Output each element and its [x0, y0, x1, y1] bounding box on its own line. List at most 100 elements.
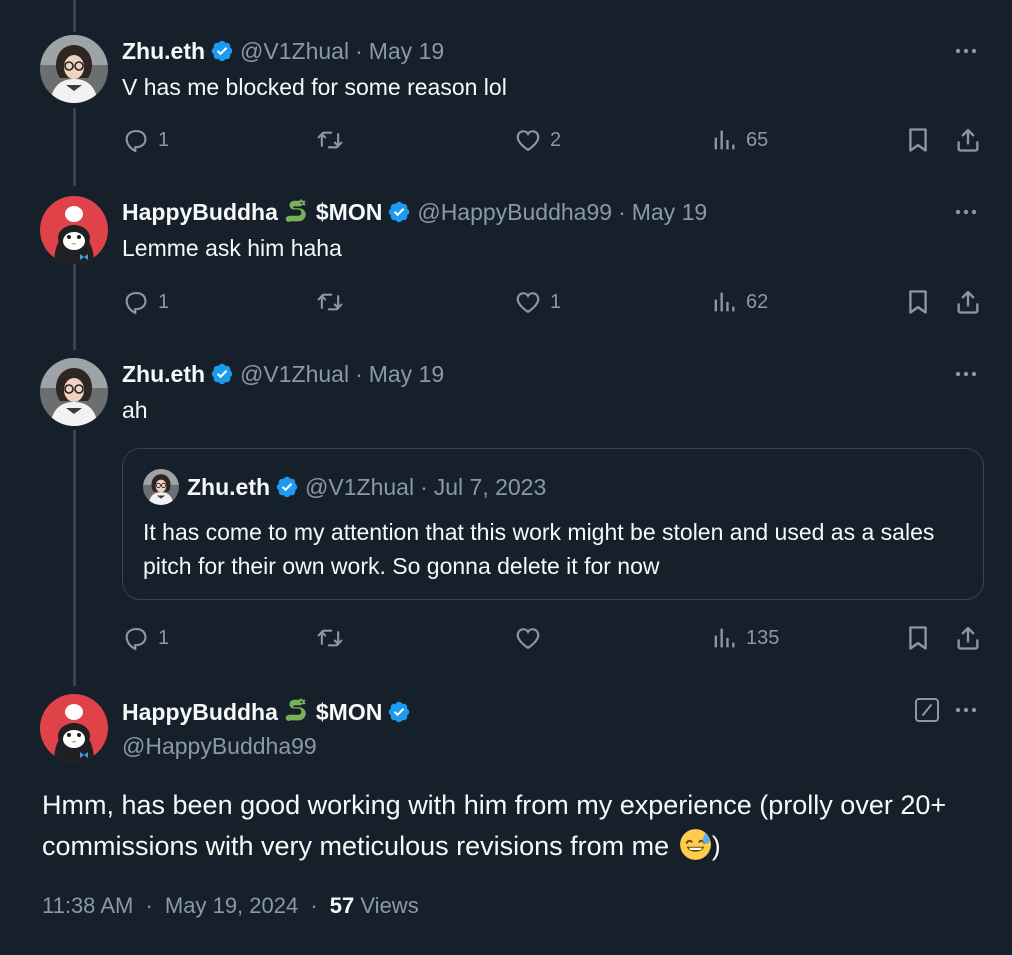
bookmark-button[interactable] [904, 621, 932, 655]
tweet-date[interactable]: May 19 [369, 38, 444, 65]
heart-icon [514, 126, 542, 154]
views-chart-icon [710, 624, 738, 652]
tweet-header: Zhu.eth @V1Zhual · May 19 [122, 358, 444, 390]
more-dots-icon[interactable] [953, 362, 979, 386]
avatar-image [40, 196, 108, 264]
more-dots-icon[interactable] [953, 200, 979, 224]
tweet-full-date[interactable]: May 19, 2024 [165, 893, 298, 918]
reply-count: 1 [158, 290, 170, 313]
avatar[interactable] [40, 35, 108, 103]
like-button[interactable] [514, 621, 550, 655]
quoted-tweet-text: It has come to my attention that this wo… [143, 519, 935, 579]
like-button[interactable]: 2 [514, 123, 561, 157]
edit-icon[interactable] [914, 697, 940, 723]
views-label: Views [360, 893, 419, 918]
reply-button[interactable]: 1 [122, 621, 169, 655]
separator-dot: · [355, 360, 363, 387]
share-icon [954, 288, 982, 316]
views-count: 62 [746, 290, 769, 313]
author-name[interactable]: Zhu.eth [122, 38, 205, 65]
like-button[interactable]: 1 [514, 285, 561, 319]
main-tweet-header: HappyBuddha $MON [122, 696, 417, 726]
author-name[interactable]: HappyBuddha [122, 199, 278, 226]
like-count: 2 [550, 128, 562, 151]
tweet-metadata: 11:38 AM · May 19, 2024 · 57 Views [42, 893, 419, 919]
bookmark-icon [904, 126, 932, 154]
tweet-time[interactable]: 11:38 AM [42, 893, 133, 918]
avatar-image [40, 358, 108, 426]
main-author-handle[interactable]: @HappyBuddha99 [122, 733, 317, 760]
main-author-name-suffix[interactable]: $MON [316, 699, 382, 725]
verified-badge-icon[interactable] [387, 200, 411, 224]
reply-button[interactable]: 1 [122, 123, 169, 157]
share-icon [954, 126, 982, 154]
tweet-text: ah [122, 397, 148, 423]
bookmark-button[interactable] [904, 123, 932, 157]
tweet[interactable]: HappyBuddha $MON @HappyBuddha99 · May 19… [0, 196, 1012, 346]
tweet-text: Lemme ask him haha [122, 235, 342, 261]
retweet-button[interactable] [316, 621, 352, 655]
more-dots-icon[interactable] [953, 39, 979, 63]
avatar[interactable] [40, 358, 108, 426]
reply-count: 1 [158, 128, 170, 151]
retweet-icon [316, 288, 344, 316]
views-count: 135 [746, 626, 780, 649]
quoted-avatar [143, 469, 179, 505]
like-count: 1 [550, 290, 562, 313]
views-button[interactable]: 135 [710, 621, 779, 655]
verified-badge-icon[interactable] [387, 700, 411, 724]
author-handle[interactable]: @V1Zhual [240, 361, 349, 388]
thread-connector-line [73, 0, 76, 32]
tweet-date[interactable]: May 19 [632, 199, 707, 226]
quoted-author-name: Zhu.eth [187, 473, 271, 500]
tweet[interactable]: Zhu.eth @V1Zhual · May 19 V has me block… [0, 35, 1012, 185]
main-tweet-text-end: ) [711, 831, 721, 861]
tweet-date[interactable]: May 19 [369, 361, 444, 388]
separator-dot: · [618, 198, 626, 225]
avatar[interactable] [40, 196, 108, 264]
separator-dot: · [355, 37, 363, 64]
share-button[interactable] [954, 621, 982, 655]
views-button[interactable]: 65 [710, 123, 768, 157]
retweet-button[interactable] [316, 285, 352, 319]
author-handle[interactable]: @V1Zhual [240, 38, 349, 65]
reply-icon [122, 624, 150, 652]
avatar-image [40, 35, 108, 103]
verified-badge-icon [275, 475, 299, 499]
retweet-button[interactable] [316, 123, 352, 157]
tweet-text: V has me blocked for some reason lol [122, 74, 507, 100]
main-author-name[interactable]: HappyBuddha [122, 699, 278, 725]
avatar-image [40, 694, 108, 762]
avatar-image [143, 469, 179, 505]
more-dots-icon[interactable] [953, 698, 979, 722]
author-handle[interactable]: @HappyBuddha99 [417, 199, 612, 226]
main-tweet-text: Hmm, has been good working with him from… [42, 785, 982, 867]
quoted-author-handle: @V1Zhual [305, 473, 415, 500]
heart-icon [514, 288, 542, 316]
bookmark-icon [904, 288, 932, 316]
separator-dot: · [145, 893, 153, 918]
main-tweet-text-body: Hmm, has been good working with him from… [42, 790, 947, 861]
share-button[interactable] [954, 123, 982, 157]
share-button[interactable] [954, 285, 982, 319]
retweet-icon [316, 126, 344, 154]
views-count: 65 [746, 128, 769, 151]
verified-badge-icon[interactable] [210, 362, 234, 386]
main-avatar[interactable] [40, 694, 108, 762]
action-bar: 1 2 65 [122, 123, 982, 157]
author-name[interactable]: Zhu.eth [122, 361, 205, 388]
retweet-icon [316, 624, 344, 652]
verified-badge-icon[interactable] [210, 39, 234, 63]
quoted-tweet[interactable]: Zhu.eth @V1Zhual · Jul 7, 2023 It has co… [122, 448, 984, 600]
views-chart-icon [710, 126, 738, 154]
bookmark-button[interactable] [904, 285, 932, 319]
tweet-header: Zhu.eth @V1Zhual · May 19 [122, 35, 444, 67]
reply-icon [122, 288, 150, 316]
views-chart-icon [710, 288, 738, 316]
share-icon [954, 624, 982, 652]
separator-dot: · [420, 473, 428, 500]
author-name-suffix[interactable]: $MON [316, 199, 382, 226]
separator-dot: · [310, 893, 318, 918]
reply-button[interactable]: 1 [122, 285, 169, 319]
views-button[interactable]: 62 [710, 285, 768, 319]
